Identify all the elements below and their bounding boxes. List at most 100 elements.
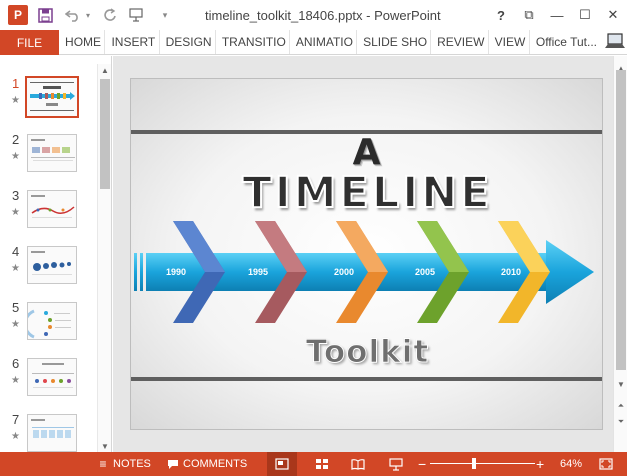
thumbnail-number: 1 [12,76,20,91]
account-name[interactable]: Office Tut... [530,30,597,54]
document-title: timeline_toolkit_18406.pptx - PowerPoint [205,8,441,23]
slide-sorter-icon [316,459,328,469]
reading-view-icon [351,459,365,470]
thumbnail-number: 3 [12,188,20,203]
window-controls: ? ⧉ — ☐ ✕ [487,0,627,30]
status-bar: ≡ NOTES COMMENTS − + 64% [0,452,627,476]
animation-star-icon: ★ [11,319,20,330]
animation-star-icon: ★ [11,207,20,218]
file-tab[interactable]: FILE [0,30,60,55]
zoom-in-button[interactable]: + [536,452,544,476]
thumbnail-number: 6 [12,356,20,371]
previous-slide-icon[interactable]: ⏶ [614,400,627,412]
ribbon-tabs: FILE HOME INSERT DESIGN TRANSITIO ANIMAT… [0,30,627,55]
thumbnail-slide-3[interactable]: 3 ★ [0,188,96,238]
thumbnail-number: 2 [12,132,20,147]
arrow-stripe [134,253,137,291]
tab-review[interactable]: REVIEW [431,30,489,54]
next-slide-icon[interactable]: ⏷ [614,416,627,428]
notes-icon: ≡ [99,457,107,471]
help-button[interactable]: ? [487,0,515,30]
animation-star-icon: ★ [11,263,20,274]
timeline-arrow-head [546,240,594,304]
minimize-button[interactable]: — [543,0,571,30]
start-from-beginning-icon[interactable] [126,4,148,26]
save-icon[interactable] [34,4,56,26]
slide-bottom-rule [131,377,602,381]
notes-button[interactable]: ≡ NOTES [96,452,151,476]
redo-icon[interactable] [98,4,120,26]
close-button[interactable]: ✕ [599,0,627,30]
thumbnail-slide-2[interactable]: 2 ★ [0,132,96,182]
fit-to-window-icon [599,458,613,470]
tab-transitions[interactable]: TRANSITIO [216,30,290,54]
animation-star-icon: ★ [11,151,20,162]
thumbnail-image[interactable] [27,358,77,396]
slide-sorter-button[interactable] [310,452,334,476]
tab-insert[interactable]: INSERT [105,30,160,54]
laptop-icon[interactable] [603,32,627,52]
maximize-button[interactable]: ☐ [571,0,599,30]
year-label-1990: 1990 [166,267,187,277]
slide-scrollbar[interactable]: ▲ ▼ ⏶ ⏷ [613,56,627,452]
thumbnail-image[interactable] [25,76,79,118]
tab-slide-show[interactable]: SLIDE SHO [357,30,432,54]
thumbnail-image[interactable] [27,246,77,284]
notes-label: NOTES [113,458,151,470]
customize-qat-icon[interactable]: ▾ [154,4,176,26]
comments-label: COMMENTS [183,458,248,470]
tab-home[interactable]: HOME [59,30,106,54]
normal-view-button[interactable] [267,452,297,476]
year-label-2005: 2005 [415,267,436,277]
comments-button[interactable]: COMMENTS [166,452,247,476]
zoom-slider-handle[interactable] [472,458,477,469]
animation-star-icon: ★ [11,375,20,386]
scrollbar-thumb[interactable] [616,70,626,370]
thumbnail-slide-5[interactable]: 5 ★ [0,300,96,350]
thumbnail-scrollbar[interactable]: ▲ ▼ [97,64,111,452]
animation-star-icon: ★ [11,431,20,442]
arrow-stripe [140,253,143,291]
thumbnail-image[interactable] [27,414,77,452]
scroll-up-icon[interactable]: ▲ [98,64,112,76]
thumbnail-slide-1[interactable]: 1 ★ [0,76,96,126]
slide-thumbnail-pane: 1 ★ 2 ★ 3 ★ 4 ★ 5 ★ 6 ★ 7 ★ ▲ ▼ [0,56,112,452]
thumbnail-number: 5 [12,300,20,315]
scroll-down-icon[interactable]: ▼ [614,378,627,390]
thumbnail-slide-4[interactable]: 4 ★ [0,244,96,294]
tab-animations[interactable]: ANIMATIO [290,30,358,54]
scrollbar-thumb[interactable] [100,79,110,189]
current-slide[interactable]: A TIMELINE 1990 1995 2000 2005 2010 Tool… [130,78,603,430]
animation-star-icon: ★ [11,95,20,106]
reading-view-button[interactable] [346,452,370,476]
zoom-out-button[interactable]: − [418,452,426,476]
comment-icon [166,452,180,476]
powerpoint-app-icon[interactable]: P [8,5,28,25]
slide-editing-area: A TIMELINE 1990 1995 2000 2005 2010 Tool… [113,56,613,452]
ribbon-display-options-icon[interactable]: ⧉ [515,0,543,30]
tab-view[interactable]: VIEW [489,30,530,54]
slide-title-a[interactable]: A [131,132,602,173]
thumbnail-image[interactable] [27,190,77,228]
zoom-level[interactable]: 64% [560,452,582,476]
slide-subtitle-toolkit[interactable]: Toolkit [131,334,602,371]
fit-slide-button[interactable] [595,452,617,476]
title-bar: P ▾ ▾ timeline_toolkit_18406.pptx - Powe… [0,0,627,30]
undo-icon[interactable] [62,4,84,26]
year-label-1995: 1995 [248,267,269,277]
slide-show-button[interactable] [384,452,408,476]
thumbnail-slide-6[interactable]: 6 ★ [0,356,96,406]
quick-access-toolbar: P ▾ ▾ [0,0,176,30]
undo-dropdown-icon[interactable]: ▾ [84,4,92,26]
zoom-slider-track[interactable] [430,463,535,464]
year-label-2010: 2010 [501,267,522,277]
thumbnail-image[interactable] [27,134,77,172]
thumbnail-image[interactable] [27,302,77,340]
slide-show-icon [389,457,403,471]
timeline-graphic[interactable] [131,219,603,329]
normal-view-icon [275,458,289,470]
tab-design[interactable]: DESIGN [160,30,216,54]
scroll-down-icon[interactable]: ▼ [98,440,112,452]
year-label-2000: 2000 [334,267,355,277]
slide-title-timeline[interactable]: TIMELINE [131,167,602,219]
